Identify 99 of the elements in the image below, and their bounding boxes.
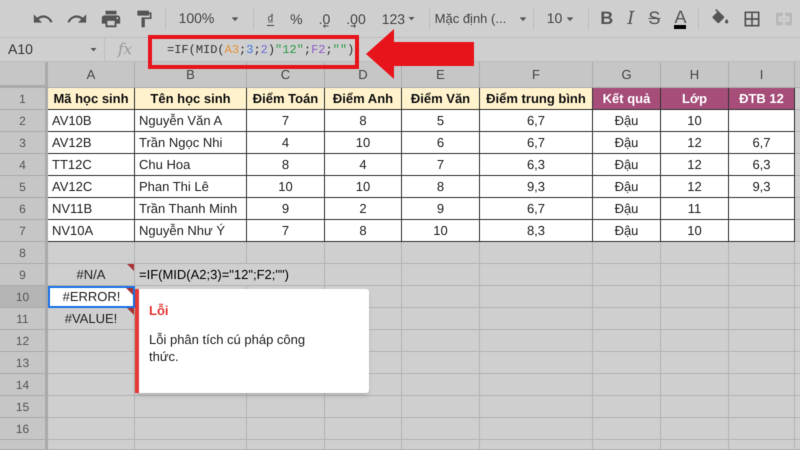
header-cell: Tên học sinh bbox=[135, 88, 247, 110]
table-cell[interactable]: 9,3 bbox=[480, 176, 593, 198]
row-header[interactable]: 2 bbox=[0, 110, 48, 132]
popup-title: Lỗi bbox=[149, 302, 170, 320]
row-header[interactable]: 5 bbox=[0, 176, 48, 198]
column-header[interactable]: H bbox=[661, 62, 729, 88]
table-cell[interactable]: 10 bbox=[661, 110, 729, 132]
header-cell: Điểm trung bình bbox=[480, 88, 593, 110]
table-cell[interactable]: 10 bbox=[661, 220, 729, 242]
table-cell[interactable]: 8 bbox=[247, 154, 325, 176]
table-cell[interactable]: 9 bbox=[402, 198, 480, 220]
row-header[interactable]: 16 bbox=[0, 418, 48, 440]
italic-button[interactable]: I bbox=[627, 5, 634, 32]
table-cell[interactable]: 5 bbox=[402, 110, 480, 132]
table-cell[interactable]: 4 bbox=[325, 154, 402, 176]
table-cell[interactable]: 2 bbox=[325, 198, 402, 220]
table-cell[interactable]: 10 bbox=[325, 176, 402, 198]
row-header[interactable]: 6 bbox=[0, 198, 48, 220]
number-format-button[interactable]: .00 bbox=[338, 8, 374, 30]
table-cell[interactable]: 12 bbox=[661, 132, 729, 154]
row-header[interactable]: 12 bbox=[0, 330, 48, 352]
table-cell[interactable]: AV12C bbox=[48, 176, 135, 198]
popup-message: Lỗi phân tích cú pháp công thức. bbox=[149, 330, 306, 364]
table-cell[interactable]: 12 bbox=[661, 176, 729, 198]
table-cell[interactable]: 10 bbox=[402, 220, 480, 242]
number-format-button[interactable]: % bbox=[282, 8, 311, 30]
table-cell[interactable]: 4 bbox=[247, 132, 325, 154]
table-cell[interactable]: 10 bbox=[325, 132, 402, 154]
table-cell[interactable]: NV10A bbox=[48, 220, 135, 242]
table-cell[interactable]: 8 bbox=[325, 220, 402, 242]
table-cell[interactable]: Chu Hoa bbox=[135, 154, 247, 176]
font-size-dropdown[interactable]: 10 bbox=[538, 6, 583, 32]
table-cell[interactable]: Đậu bbox=[593, 154, 661, 176]
table-cell[interactable]: AV12B bbox=[48, 132, 135, 154]
table-cell[interactable]: Trần Ngọc Nhi bbox=[135, 132, 247, 154]
table-cell[interactable]: 10 bbox=[247, 176, 325, 198]
table-cell[interactable]: AV10B bbox=[48, 110, 135, 132]
table-cell[interactable]: 8 bbox=[402, 176, 480, 198]
row-header[interactable]: 7 bbox=[0, 220, 48, 242]
table-cell[interactable]: Đậu bbox=[593, 220, 661, 242]
table-cell[interactable]: Nguyễn Như Ý bbox=[135, 220, 247, 242]
column-header[interactable]: A bbox=[48, 62, 135, 88]
table-cell[interactable]: Phan Thi Lê bbox=[135, 176, 247, 198]
zoom-dropdown[interactable]: 100% bbox=[170, 6, 248, 32]
text-color-button[interactable]: A bbox=[674, 8, 686, 28]
table-cell[interactable]: 9 bbox=[247, 198, 325, 220]
column-header[interactable]: I bbox=[729, 62, 795, 88]
error-cell[interactable]: #ERROR! bbox=[48, 286, 135, 308]
table-cell[interactable]: 6,3 bbox=[480, 154, 593, 176]
header-cell: Điểm Toán bbox=[247, 88, 325, 110]
row-header[interactable]: 15 bbox=[0, 396, 48, 418]
table-cell[interactable]: 8 bbox=[325, 110, 402, 132]
number-format-button[interactable]: ₫ bbox=[258, 8, 282, 30]
table-cell[interactable]: 11 bbox=[661, 198, 729, 220]
column-header[interactable]: G bbox=[593, 62, 661, 88]
row-header[interactable]: 10 bbox=[0, 286, 48, 308]
number-format-button[interactable]: .0 bbox=[310, 8, 338, 30]
table-cell[interactable]: Đậu bbox=[593, 198, 661, 220]
table-cell[interactable]: 7 bbox=[402, 154, 480, 176]
row-header[interactable]: 13 bbox=[0, 352, 48, 374]
header-cell: Điểm Anh bbox=[325, 88, 402, 110]
table-cell[interactable]: 8,3 bbox=[480, 220, 593, 242]
column-header[interactable]: F bbox=[480, 62, 593, 88]
table-cell[interactable]: Trần Thanh Minh bbox=[135, 198, 247, 220]
row-header[interactable]: 1 bbox=[0, 88, 48, 110]
bold-button[interactable]: B bbox=[600, 5, 614, 32]
table-cell[interactable]: 12 bbox=[661, 154, 729, 176]
header-cell: Mã học sinh bbox=[48, 88, 135, 110]
row-header[interactable]: 14 bbox=[0, 374, 48, 396]
table-cell[interactable]: 6,7 bbox=[480, 132, 593, 154]
table-cell[interactable]: 7 bbox=[247, 110, 325, 132]
number-format-button[interactable]: 123 bbox=[374, 8, 424, 30]
table-cell[interactable]: =IF(MID(A2;3)="12";F2;"") bbox=[135, 264, 325, 286]
strikethrough-button[interactable]: S bbox=[648, 5, 660, 32]
header-cell: ĐTB 12 bbox=[729, 88, 795, 110]
header-cell: Lớp bbox=[661, 88, 729, 110]
table-cell[interactable]: NV11B bbox=[48, 198, 135, 220]
header-cell: Điểm Văn bbox=[402, 88, 480, 110]
table-cell[interactable]: Đậu bbox=[593, 110, 661, 132]
font-dropdown[interactable]: Mặc định (... bbox=[434, 6, 528, 32]
table-cell[interactable]: 6,7 bbox=[729, 132, 795, 154]
table-cell[interactable]: 6,7 bbox=[480, 110, 593, 132]
table-cell[interactable]: TT12C bbox=[48, 154, 135, 176]
row-header[interactable]: 11 bbox=[0, 308, 48, 330]
table-cell[interactable]: Đậu bbox=[593, 132, 661, 154]
table-cell[interactable]: 7 bbox=[247, 220, 325, 242]
table-cell[interactable]: 9,3 bbox=[729, 176, 795, 198]
name-box[interactable]: A10 bbox=[0, 38, 105, 61]
table-cell[interactable]: Đậu bbox=[593, 176, 661, 198]
table-cell[interactable]: 6 bbox=[402, 132, 480, 154]
row-header[interactable]: 8 bbox=[0, 242, 48, 264]
formula-input[interactable]: =IF(MID(A3;3;2)"12";F2;"") bbox=[167, 40, 354, 58]
row-header[interactable]: 9 bbox=[0, 264, 48, 286]
table-cell[interactable]: 6,3 bbox=[729, 154, 795, 176]
row-header[interactable]: 3 bbox=[0, 132, 48, 154]
header-cell: Kết quả bbox=[593, 88, 661, 110]
row-header[interactable]: 4 bbox=[0, 154, 48, 176]
table-cell[interactable]: Nguyễn Văn A bbox=[135, 110, 247, 132]
table-cell[interactable]: 6,7 bbox=[480, 198, 593, 220]
